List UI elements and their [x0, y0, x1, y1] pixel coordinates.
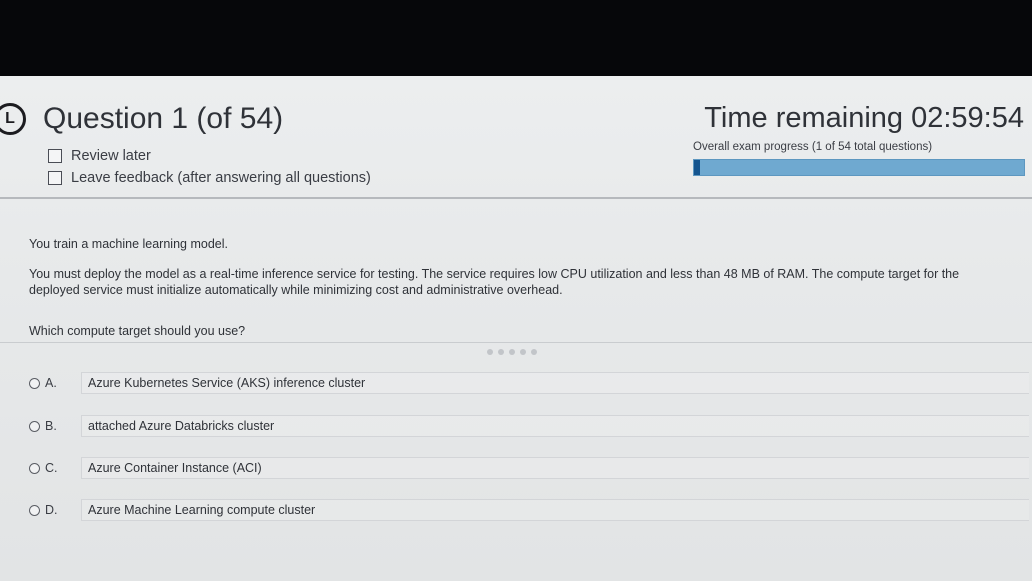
- review-later-checkbox[interactable]: [48, 149, 62, 163]
- option-letter: A.: [45, 376, 57, 390]
- radio-c[interactable]: [29, 462, 40, 474]
- option-text: Azure Machine Learning compute cluster: [81, 499, 1029, 521]
- radio-b[interactable]: [29, 420, 40, 432]
- header-divider: [0, 197, 1032, 199]
- question-intro: You train a machine learning model.: [29, 237, 228, 251]
- prompt-divider: [0, 342, 1032, 343]
- radio-a[interactable]: [29, 377, 40, 389]
- exam-header: L Question 1 (of 54) Review later Leave …: [0, 76, 1032, 198]
- loading-dots: [487, 349, 537, 355]
- exam-screen: L Question 1 (of 54) Review later Leave …: [0, 76, 1032, 581]
- radio-d[interactable]: [29, 504, 40, 516]
- monitor-bezel: [0, 0, 1032, 76]
- review-later-label: Review later: [71, 148, 151, 164]
- option-text: attached Azure Databricks cluster: [81, 415, 1029, 437]
- leave-feedback-label: Leave feedback (after answering all ques…: [71, 170, 371, 186]
- question-title: Question 1 (of 54): [43, 102, 284, 135]
- option-letter: D.: [45, 503, 58, 517]
- exam-progress-bar: [693, 159, 1025, 176]
- option-text: Azure Kubernetes Service (AKS) inference…: [81, 372, 1029, 394]
- option-letter: C.: [45, 461, 58, 475]
- exam-progress-fill: [694, 160, 701, 175]
- leave-feedback-option[interactable]: Leave feedback (after answering all ques…: [48, 170, 371, 186]
- back-arrow-circle-icon[interactable]: L: [0, 103, 26, 135]
- review-later-option[interactable]: Review later: [48, 148, 151, 164]
- answer-option-d[interactable]: D. Azure Machine Learning compute cluste…: [29, 499, 1029, 521]
- progress-label: Overall exam progress (1 of 54 total que…: [693, 141, 933, 153]
- option-text: Azure Container Instance (ACI): [81, 457, 1029, 479]
- time-remaining: Time remaining 02:59:54: [704, 102, 1024, 134]
- leave-feedback-checkbox[interactable]: [48, 171, 62, 185]
- answer-option-b[interactable]: B. attached Azure Databricks cluster: [29, 415, 1029, 437]
- option-letter: B.: [45, 419, 57, 433]
- answer-option-a[interactable]: A. Azure Kubernetes Service (AKS) infere…: [29, 372, 1029, 394]
- question-prompt: Which compute target should you use?: [29, 324, 246, 338]
- question-requirements: You must deploy the model as a real-time…: [29, 267, 960, 297]
- answer-option-c[interactable]: C. Azure Container Instance (ACI): [29, 457, 1029, 479]
